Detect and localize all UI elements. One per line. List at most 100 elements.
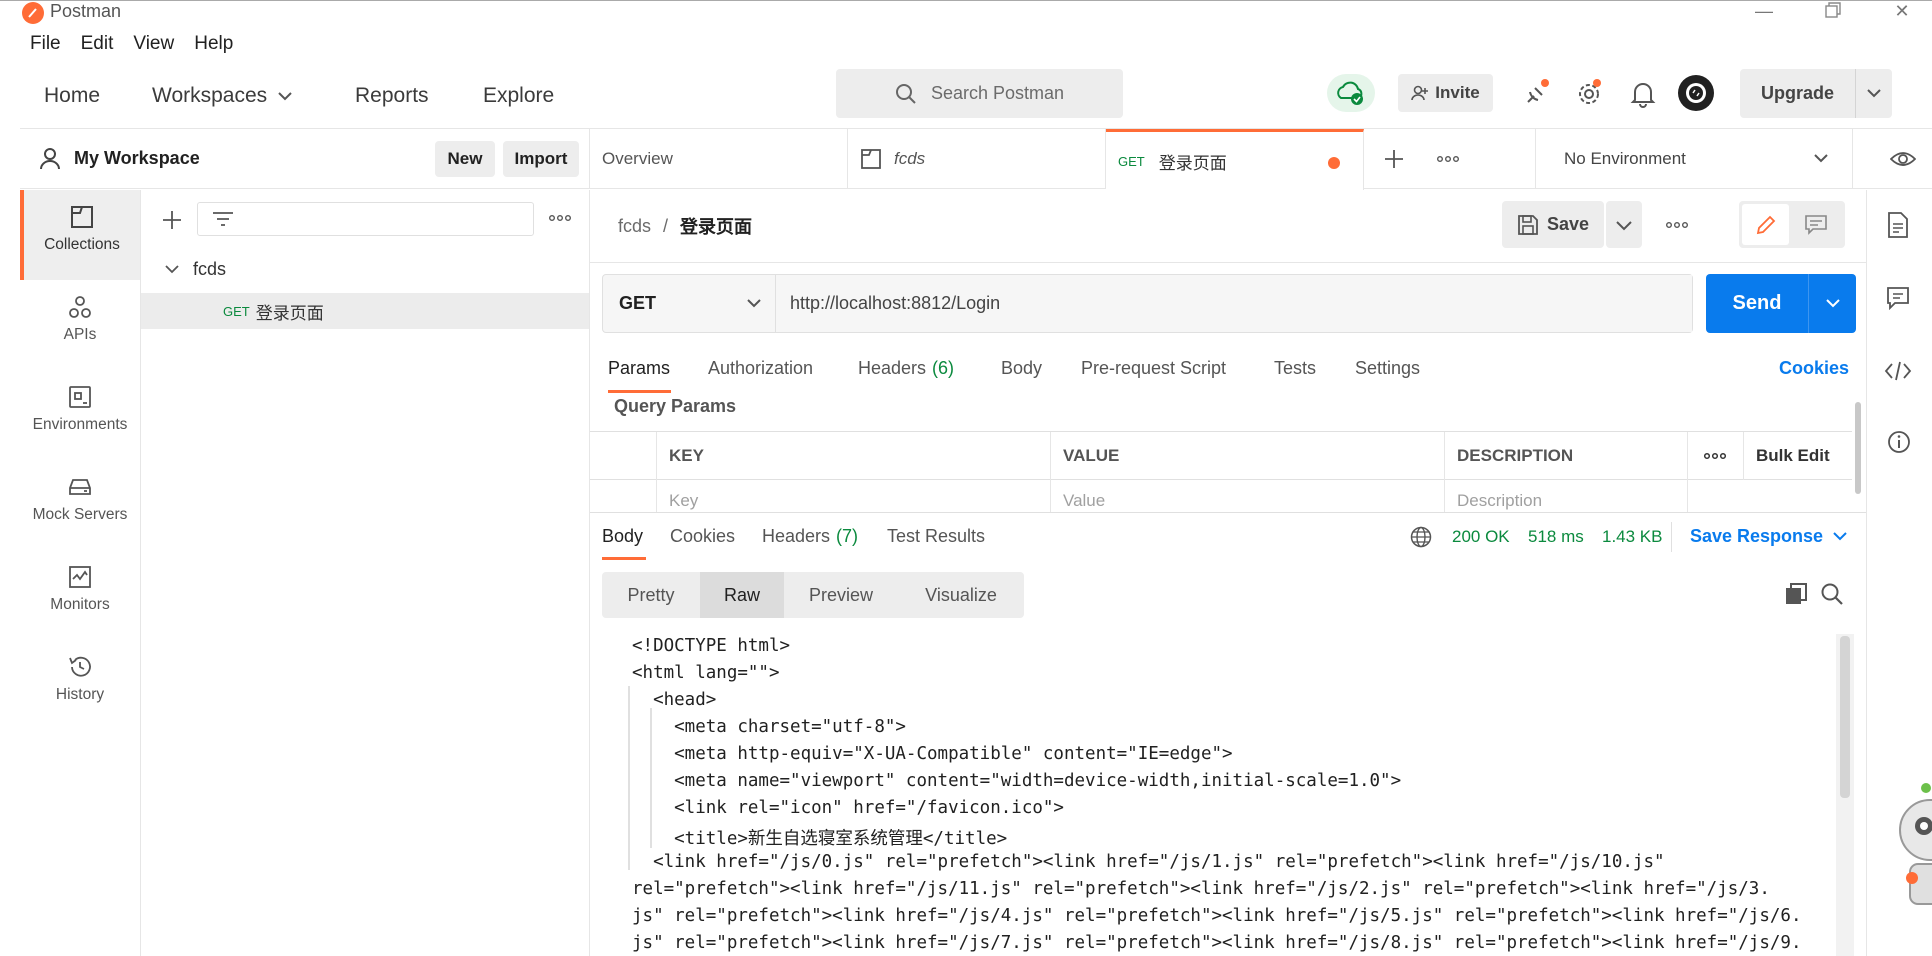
comments-icon[interactable]: [1886, 286, 1910, 310]
documentation-icon[interactable]: [1887, 212, 1909, 238]
table-header-description: DESCRIPTION: [1445, 432, 1688, 480]
minimize-button[interactable]: —: [1744, 1, 1784, 23]
nav-home[interactable]: Home: [44, 84, 100, 108]
info-icon[interactable]: [1887, 430, 1911, 454]
workspace-name[interactable]: My Workspace: [74, 148, 200, 169]
satellite-icon[interactable]: [1522, 78, 1552, 108]
menu-help[interactable]: Help: [194, 33, 233, 55]
breadcrumb: fcds / 登录页面: [618, 213, 752, 239]
code-icon[interactable]: [1884, 360, 1912, 382]
history-icon: [67, 654, 93, 680]
menu-file[interactable]: File: [30, 33, 61, 55]
pane-divider[interactable]: [590, 512, 1866, 513]
filter-input[interactable]: [197, 202, 534, 236]
tab-body[interactable]: Body: [1001, 358, 1042, 379]
tab-params[interactable]: Params: [608, 358, 670, 379]
save-options-chevron-icon[interactable]: [1606, 201, 1642, 248]
response-tab-body[interactable]: Body: [602, 526, 643, 547]
request-row[interactable]: GET 登录页面: [141, 293, 589, 329]
sidebar-item-mock-servers[interactable]: Mock Servers: [20, 460, 140, 550]
avatar[interactable]: [1678, 75, 1714, 111]
url-input[interactable]: http://localhost:8812/Login: [776, 275, 1692, 332]
send-button[interactable]: Send: [1706, 274, 1856, 333]
restore-icon[interactable]: [1812, 1, 1852, 23]
response-scrollbar-thumb[interactable]: [1840, 636, 1850, 798]
upgrade-label: Upgrade: [1760, 83, 1834, 103]
tab-prerequest-script[interactable]: Pre-request Script: [1081, 358, 1226, 379]
view-mode-pretty[interactable]: Pretty: [602, 585, 700, 606]
breadcrumb-separator: /: [663, 215, 669, 236]
close-window-icon[interactable]: ✕: [1882, 1, 1922, 23]
search-icon[interactable]: [1820, 582, 1844, 606]
sidebar-item-monitors[interactable]: Monitors: [20, 550, 140, 640]
view-mode-preview[interactable]: Preview: [784, 585, 898, 606]
description-input[interactable]: Description: [1445, 480, 1688, 512]
upgrade-button[interactable]: Upgrade: [1740, 69, 1892, 118]
cookies-link[interactable]: Cookies: [1779, 358, 1849, 379]
edit-pencil-icon[interactable]: [1742, 204, 1789, 245]
collection-row-fcds[interactable]: fcds: [141, 252, 589, 286]
value-input[interactable]: Value: [1051, 480, 1445, 512]
response-tab-headers[interactable]: Headers (7): [762, 526, 858, 547]
tab-settings[interactable]: Settings: [1355, 358, 1420, 379]
invite-button[interactable]: Invite: [1398, 74, 1493, 112]
bulk-edit-button[interactable]: Bulk Edit: [1744, 432, 1852, 480]
breadcrumb-current[interactable]: 登录页面: [680, 213, 752, 239]
tab-tests[interactable]: Tests: [1274, 358, 1316, 379]
request-scrollbar[interactable]: [1855, 402, 1861, 494]
sync-status-icon[interactable]: [1327, 74, 1375, 112]
eye-icon[interactable]: [1890, 149, 1916, 169]
user-icon: [40, 147, 60, 171]
search-bar[interactable]: Search Postman: [836, 69, 1123, 118]
request-tabs-bar: Overview fcds GET 登录页面 No Environment: [590, 129, 1932, 190]
notifications-bell-icon[interactable]: [1630, 80, 1656, 108]
collections-panel: fcds GET 登录页面: [141, 190, 590, 956]
nav-explore[interactable]: Explore: [483, 84, 554, 108]
table-more-icon[interactable]: [1688, 432, 1744, 480]
sidebar-item-environments[interactable]: Environments: [20, 370, 140, 460]
new-tab-plus-icon[interactable]: [1384, 149, 1404, 169]
copy-icon[interactable]: [1784, 582, 1808, 606]
globe-icon[interactable]: [1410, 526, 1432, 548]
send-options-chevron-icon[interactable]: [1809, 299, 1856, 308]
view-mode-raw[interactable]: Raw: [700, 572, 784, 618]
import-button[interactable]: Import: [503, 141, 579, 177]
settings-gear-icon[interactable]: [1575, 78, 1605, 108]
chevron-down-icon: [277, 91, 293, 101]
sidebar-item-collections[interactable]: Collections: [20, 190, 140, 280]
sidebar-item-history[interactable]: History: [20, 640, 140, 730]
save-response-button[interactable]: Save Response: [1690, 526, 1847, 547]
add-collection-icon[interactable]: [162, 210, 182, 230]
upgrade-chevron-icon[interactable]: [1856, 89, 1892, 98]
tab-headers[interactable]: Headers (6): [858, 358, 954, 379]
breadcrumb-parent[interactable]: fcds: [618, 216, 651, 237]
save-button[interactable]: Save: [1502, 201, 1604, 248]
view-mode-visualize[interactable]: Visualize: [898, 585, 1024, 606]
tab-authorization[interactable]: Authorization: [708, 358, 813, 379]
new-button[interactable]: New: [435, 141, 495, 177]
nav-reports[interactable]: Reports: [355, 84, 429, 108]
comment-view-icon[interactable]: [1789, 204, 1842, 245]
more-options-icon[interactable]: [549, 214, 571, 222]
sidebar-item-label: History: [55, 686, 105, 703]
nav-workspaces[interactable]: Workspaces: [152, 84, 293, 108]
sidebar-item-apis[interactable]: APIs: [20, 280, 140, 370]
environment-label: No Environment: [1564, 149, 1686, 168]
code-line: <!DOCTYPE html>: [632, 636, 791, 656]
tab-overview[interactable]: Overview: [590, 129, 848, 189]
key-input[interactable]: Key: [657, 480, 1051, 512]
environment-selector[interactable]: No Environment: [1535, 129, 1853, 189]
response-tab-cookies[interactable]: Cookies: [670, 526, 735, 547]
method-select[interactable]: GET: [603, 275, 776, 332]
code-line: <meta name="viewport" content="width=dev…: [632, 771, 1402, 791]
request-more-icon[interactable]: [1666, 221, 1688, 229]
tab-active-request[interactable]: GET 登录页面: [1106, 129, 1364, 190]
response-tab-test-results[interactable]: Test Results: [887, 526, 985, 547]
chevron-down-icon: [1833, 532, 1847, 541]
tab-collection-fcds[interactable]: fcds: [848, 129, 1106, 189]
save-icon: [1517, 214, 1539, 236]
menu-view[interactable]: View: [133, 33, 174, 55]
menu-edit[interactable]: Edit: [81, 33, 114, 55]
tabs-more-icon[interactable]: [1437, 155, 1459, 163]
query-params-title: Query Params: [614, 396, 737, 416]
